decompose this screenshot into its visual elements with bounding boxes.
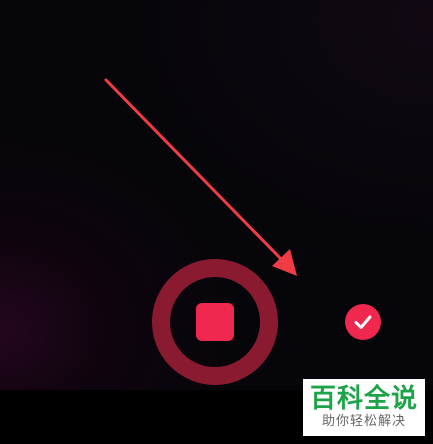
camera-screen: 百科全说 助你轻松解决 (0, 0, 433, 444)
stop-icon[interactable] (196, 303, 234, 341)
watermark-logo: 百科全说 助你轻松解决 (303, 379, 425, 436)
check-icon (354, 315, 372, 329)
watermark-subtitle: 助你轻松解决 (321, 414, 406, 429)
confirm-button[interactable] (345, 304, 381, 340)
watermark-title: 百科全说 (309, 384, 418, 414)
